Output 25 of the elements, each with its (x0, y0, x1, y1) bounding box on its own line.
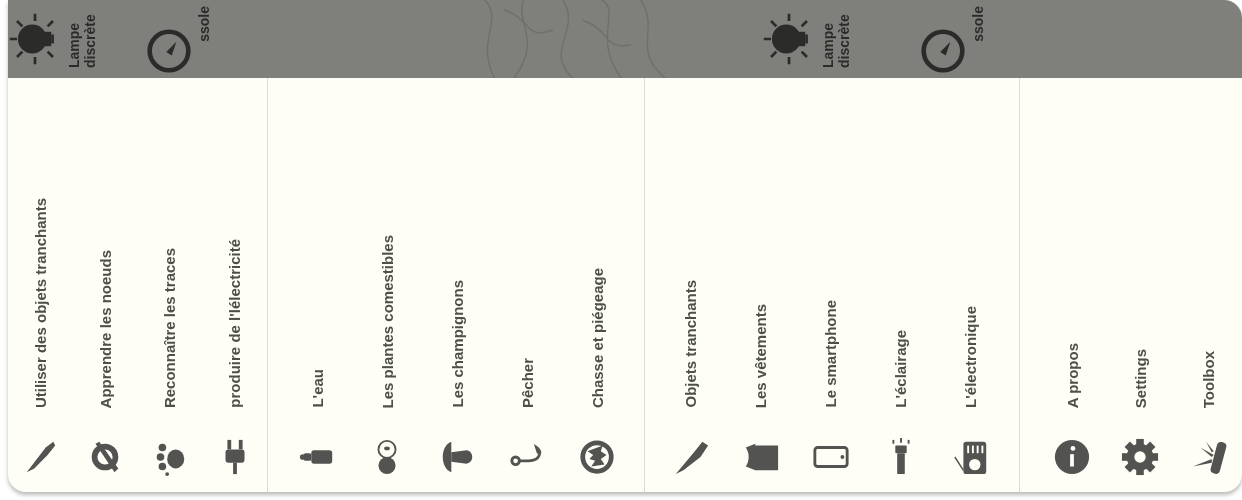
menu-item-label[interactable]: Pêcher (518, 357, 536, 408)
compass-icon[interactable] (146, 28, 192, 74)
menu-item-label[interactable]: L'électronique (962, 306, 979, 408)
menu-item-label[interactable]: L'eau (308, 369, 326, 408)
menu-item-label[interactable]: Utiliser des objets tranchants (31, 197, 49, 408)
shortcut-label: Lampe discrète (66, 13, 98, 68)
compass-icon[interactable] (920, 28, 966, 74)
menu-item-label[interactable]: Apprendre les noeuds (96, 249, 114, 408)
shortcut-label: ssole (970, 6, 986, 42)
menu-item-label[interactable]: Toolbox (1199, 350, 1217, 408)
menu-item-label[interactable]: produire de l'lélectricité (226, 239, 244, 408)
menu-item-label[interactable]: L'éclairage (892, 330, 909, 408)
menu-item-label[interactable]: Les plantes comestibles (378, 234, 396, 408)
menu-item-label[interactable]: Les champignons (448, 280, 466, 408)
shortcut-label: Lampe discrète (820, 13, 852, 68)
settings-icon[interactable] (1121, 438, 1159, 476)
menu-item-label[interactable]: Settings (1131, 348, 1149, 408)
menu-item-label[interactable]: Objets tranchants (682, 280, 699, 408)
info-icon[interactable] (1053, 438, 1091, 476)
menu-item-label[interactable]: Le smartphone (822, 300, 839, 408)
menu-item-label[interactable]: Les vêtements (752, 303, 769, 408)
shortcut-label: ssole (196, 6, 212, 42)
menu-item-label[interactable]: A propos (1063, 342, 1081, 408)
menu-item-label[interactable]: Reconnaître les traces (161, 247, 179, 408)
menu-item-label[interactable]: Chasse et piégeage (588, 267, 606, 408)
